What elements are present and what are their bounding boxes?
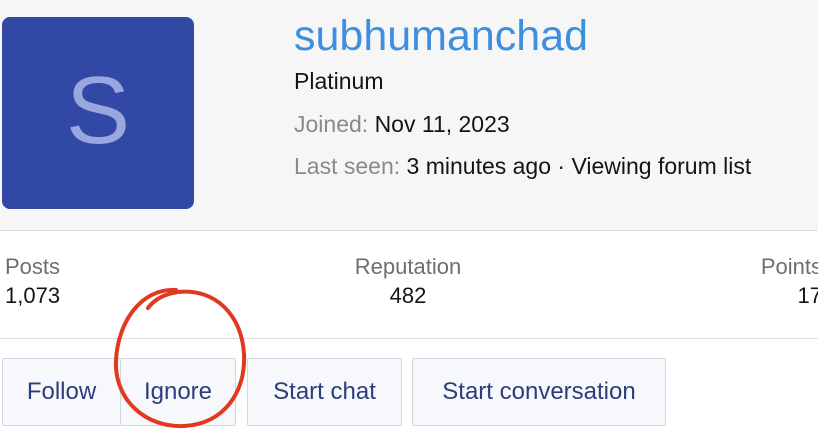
reputation-value: 482 xyxy=(389,283,427,308)
follow-button[interactable]: Follow xyxy=(2,358,121,426)
member-actions: Follow Ignore Start chat Start conversat… xyxy=(0,358,818,430)
joined-row: Joined: Nov 11, 2023 xyxy=(294,111,510,138)
points-value: 17 xyxy=(797,283,818,308)
stat-posts[interactable]: Posts 1,073 xyxy=(5,253,60,311)
start-conversation-button[interactable]: Start conversation xyxy=(412,358,666,426)
posts-label: Posts xyxy=(5,254,61,279)
username-link[interactable]: subhumanchad xyxy=(294,10,588,62)
joined-label: Joined: xyxy=(294,111,369,137)
avatar-letter: S xyxy=(65,57,131,164)
ignore-button[interactable]: Ignore xyxy=(120,358,236,426)
start-chat-button[interactable]: Start chat xyxy=(247,358,402,426)
last-seen-value: 3 minutes ago · Viewing forum list xyxy=(406,153,752,179)
reputation-label: Reputation xyxy=(354,254,462,279)
user-title: Platinum xyxy=(294,68,384,94)
profile-header: S subhumanchad Platinum Joined: Nov 11, … xyxy=(0,0,818,231)
joined-date: Nov 11, 2023 xyxy=(374,111,510,137)
member-profile-page: S subhumanchad Platinum Joined: Nov 11, … xyxy=(0,0,818,434)
avatar[interactable]: S xyxy=(2,17,194,209)
last-seen-label: Last seen: xyxy=(294,153,401,179)
last-seen-row: Last seen: 3 minutes ago · Viewing forum… xyxy=(294,153,751,180)
points-label: Points xyxy=(760,254,818,279)
posts-value: 1,073 xyxy=(5,283,61,308)
stat-reputation: Reputation 482 xyxy=(348,253,468,311)
member-stats: Posts 1,073 Reputation 482 Points 17 xyxy=(0,231,818,339)
stat-points[interactable]: Points 17 xyxy=(761,253,818,311)
